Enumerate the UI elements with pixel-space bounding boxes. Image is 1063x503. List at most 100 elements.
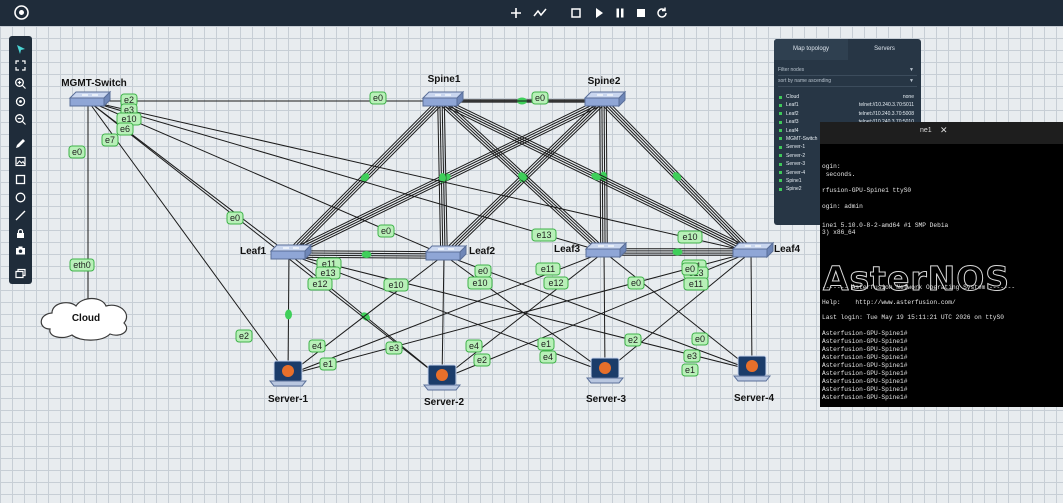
svg-text:e10: e10 — [472, 278, 487, 288]
leaf-4-switch-icon[interactable] — [731, 241, 775, 259]
terminal-line: Asterfusion-GPU-Spine1# — [822, 394, 908, 401]
server-3-server-icon[interactable] — [585, 357, 625, 384]
mgmt-switch-icon[interactable] — [68, 90, 112, 108]
terminal-line: ------- Asterfusion Network Operating Sy… — [822, 284, 1016, 291]
node-name: Leaf4 — [786, 127, 799, 134]
fit-view-icon[interactable] — [13, 58, 28, 73]
terminal-window[interactable]: ne1 ✕ AsterNOS ogin: seconds. rfusion-GPU… — [820, 122, 1063, 407]
terminal-tab-bar: ne1 ✕ — [820, 122, 1063, 144]
status-dot — [779, 187, 782, 191]
circle-icon[interactable] — [13, 190, 28, 205]
image-icon[interactable] — [13, 154, 28, 169]
svg-text:e4: e4 — [543, 352, 553, 362]
spine-2-switch-icon[interactable] — [583, 90, 627, 108]
node-name: Leaf3 — [786, 119, 799, 126]
sort-select-value: sort by name ascending — [778, 78, 832, 84]
sort-select[interactable]: sort by name ascending ▼ — [778, 77, 917, 87]
plus-icon[interactable] — [508, 5, 524, 21]
node-label-leaf2: Leaf2 — [469, 246, 496, 257]
server-1-server-icon[interactable] — [268, 360, 308, 387]
port-label: e1 — [681, 363, 699, 377]
asternos-banner: AsterNOS — [822, 259, 1011, 299]
camera-icon[interactable] — [13, 243, 28, 258]
link-bundle-marker[interactable] — [361, 250, 372, 259]
target-icon[interactable] — [13, 94, 28, 109]
node-name: Server-2 — [786, 152, 806, 159]
port-label: e3 — [385, 341, 403, 355]
stop-icon[interactable] — [633, 5, 649, 21]
terminal-line: rfusion-GPU-Spine1 ttyS0 — [822, 187, 912, 194]
port-label: e10 — [467, 276, 493, 290]
spine-1-switch-icon[interactable] — [421, 90, 465, 108]
node-label-spine2: Spine2 — [588, 76, 621, 87]
pause-icon[interactable] — [612, 5, 628, 21]
node-name: Server-3 — [786, 161, 806, 168]
activity-icon[interactable] — [532, 5, 548, 21]
layers-icon[interactable] — [13, 266, 28, 281]
link[interactable] — [441, 254, 445, 380]
svg-text:e0: e0 — [535, 93, 545, 103]
node-list-item[interactable]: Leaf2 telnet://10.240.3.70:5008 — [778, 110, 918, 118]
refresh-icon[interactable] — [654, 5, 670, 21]
leaf-3-switch-icon[interactable] — [584, 241, 628, 259]
svg-text:e2: e2 — [628, 335, 638, 345]
lock-icon[interactable] — [13, 226, 28, 241]
tab-map-topology[interactable]: Map topology — [774, 39, 848, 60]
line-icon[interactable] — [13, 208, 28, 223]
svg-text:e0: e0 — [373, 93, 383, 103]
link[interactable] — [87, 100, 443, 380]
port-label: e11 — [683, 277, 709, 291]
terminal-line: Help: http://www.asterfusion.com/ — [822, 299, 956, 306]
status-dot — [779, 95, 782, 99]
status-dot — [779, 154, 782, 158]
port-label: e2 — [624, 333, 642, 347]
port-label: e1 — [319, 357, 337, 371]
app-logo-icon[interactable] — [14, 5, 29, 20]
top-bar — [0, 0, 1063, 26]
leaf-1-switch-icon[interactable] — [269, 243, 313, 261]
svg-text:e0: e0 — [72, 147, 82, 157]
terminal-output[interactable]: AsterNOS ogin: seconds. rfusion-GPU-Spine… — [820, 144, 1063, 407]
rectangle-icon[interactable] — [13, 172, 28, 187]
status-dot — [779, 120, 782, 124]
port-label: e12 — [543, 276, 569, 290]
link-bundle-marker[interactable] — [672, 248, 683, 256]
filter-nodes-input[interactable]: Filter nodes ▼ — [778, 66, 917, 76]
terminal-tab-title[interactable]: ne1 — [920, 127, 932, 134]
status-dot — [779, 162, 782, 166]
terminal-line: ogin: — [822, 163, 841, 170]
play-icon[interactable] — [591, 5, 607, 21]
node-label-server3: Server-3 — [586, 394, 626, 405]
leaf-2-switch-icon[interactable] — [424, 244, 468, 262]
server-4-server-icon[interactable] — [732, 355, 772, 382]
link-bundle-marker[interactable] — [284, 309, 293, 320]
terminal-line: ogin: admin — [822, 203, 863, 210]
pointer-icon[interactable] — [13, 42, 28, 57]
status-dot — [779, 137, 782, 141]
svg-text:e11: e11 — [689, 279, 703, 289]
terminal-line: Last login: Tue May 19 15:11:21 UTC 2026… — [822, 314, 1004, 321]
close-icon[interactable]: ✕ — [940, 125, 948, 136]
port-label: e0 — [531, 91, 549, 105]
status-dot — [779, 103, 782, 107]
terminal-line: Asterfusion-GPU-Spine1# — [822, 338, 908, 345]
port-label: e7 — [101, 133, 119, 147]
zoom-out-icon[interactable] — [13, 112, 28, 127]
node-list-item[interactable]: Cloud none — [778, 93, 918, 101]
link[interactable] — [443, 254, 606, 373]
svg-text:e4: e4 — [469, 341, 479, 351]
port-label: e0 — [681, 262, 699, 276]
status-dot — [779, 179, 782, 183]
link[interactable] — [750, 251, 753, 371]
node-list-item[interactable]: Leaf1 telnet://10.240.3.70:5011 — [778, 101, 918, 109]
port-label: e0 — [474, 264, 492, 278]
square-icon[interactable] — [568, 5, 584, 21]
tab-servers[interactable]: Servers — [848, 39, 921, 60]
server-2-server-icon[interactable] — [422, 364, 462, 391]
pen-icon[interactable] — [13, 136, 28, 151]
svg-text:e3: e3 — [389, 343, 399, 353]
port-label: e0 — [627, 276, 645, 290]
svg-text:e0: e0 — [685, 264, 695, 274]
zoom-in-icon[interactable] — [13, 76, 28, 91]
port-label: e0 — [226, 211, 244, 225]
